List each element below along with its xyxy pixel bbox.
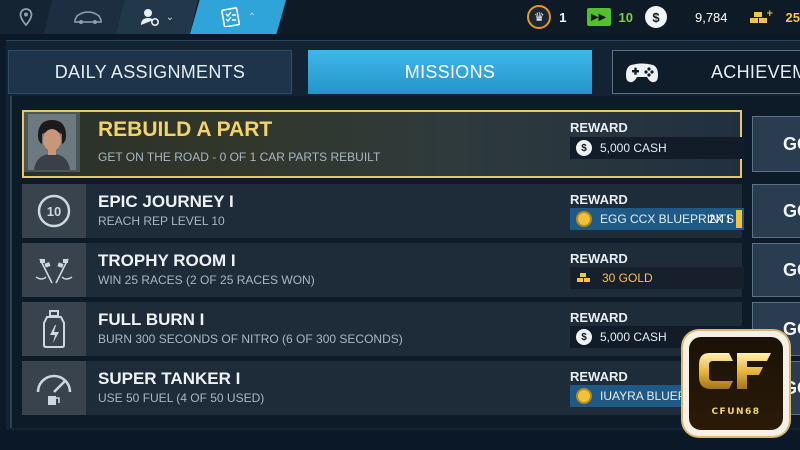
mission-row[interactable]: REBUILD A PART GET ON THE ROAD - 0 OF 1 …	[22, 110, 800, 178]
go-label: GO	[783, 259, 800, 280]
mission-title: REBUILD A PART	[98, 118, 273, 141]
driver-portrait-icon	[24, 112, 80, 172]
mission-desc: BURN 300 SECONDS OF NITRO (6 OF 300 SECO…	[98, 332, 403, 346]
currency-bar: ♛ 1 ▶▶ 10 $ 9,784 + 25	[517, 0, 800, 34]
svg-text:+: +	[766, 9, 774, 19]
blueprint-icon	[576, 211, 592, 227]
nav-map-button[interactable]	[0, 0, 52, 34]
cash-icon: $	[576, 140, 592, 156]
gold-value: 25	[785, 9, 800, 25]
go-label: GO	[783, 133, 800, 154]
gold-stat[interactable]: + 25	[738, 8, 800, 26]
gold-bars-icon: +	[749, 9, 774, 23]
reward-label: REWARD	[570, 251, 628, 266]
mission-desc: WIN 25 RACES (2 OF 25 RACES WON)	[98, 273, 315, 287]
top-nav: ⌄ ⌃	[0, 0, 286, 34]
cash-icon: $	[576, 329, 592, 345]
tab-missions[interactable]: MISSIONS	[308, 50, 592, 94]
map-pin-icon	[19, 8, 33, 26]
mission-title: EPIC JOURNEY I	[98, 192, 234, 211]
nitro-stat[interactable]: ▶▶ 10	[586, 8, 633, 26]
reward-text: 5,000 CASH	[600, 141, 667, 155]
top-bar: ⌄ ⌃ ♛ 1 ▶▶ 10 $ 9,784 + 25	[0, 0, 800, 34]
tab-achievements[interactable]: ACHIEVEME	[612, 50, 800, 94]
mission-title: SUPER TANKER I	[98, 369, 241, 388]
checklist-icon	[220, 7, 240, 27]
reward-label: REWARD	[570, 192, 628, 207]
reward-quantity: 2X I	[708, 212, 730, 226]
crown-icon: ♛	[527, 5, 552, 29]
level-10-icon: 10	[22, 184, 86, 238]
reward-label: REWARD	[570, 310, 628, 325]
mission-row[interactable]: TROPHY ROOM I WIN 25 RACES (2 OF 25 RACE…	[22, 243, 800, 297]
go-label: GO	[783, 200, 800, 221]
blueprint-strip	[736, 210, 742, 228]
nitro-value: 10	[618, 9, 633, 25]
go-button[interactable]: GO	[752, 243, 800, 297]
tab-daily-assignments[interactable]: DAILY ASSIGNMENTS	[8, 50, 292, 94]
reward-label: REWARD	[570, 369, 628, 384]
reward-box: EGG CCX BLUEPRINTS 2X I	[570, 208, 744, 230]
mission-title: FULL BURN I	[98, 310, 205, 329]
gamepad-icon	[626, 63, 658, 83]
svg-text:10: 10	[47, 204, 61, 219]
rank-stat[interactable]: ♛ 1	[527, 5, 567, 29]
nav-missions-button[interactable]: ⌃	[190, 0, 286, 34]
logo-text: CFUN68	[711, 407, 761, 417]
reward-text: 5,000 CASH	[600, 330, 667, 344]
tab-achievements-label: ACHIEVEME	[711, 61, 800, 82]
reward-box: 30 GOLD	[570, 267, 744, 289]
fuel-gauge-icon	[22, 361, 86, 415]
cash-icon: $	[644, 6, 667, 28]
blueprint-icon	[576, 388, 592, 404]
reward-box: $ 5,000 CASH	[570, 137, 744, 159]
chevron-up-icon: ⌃	[247, 11, 257, 23]
tab-bar: DAILY ASSIGNMENTS MISSIONS ACHIEVEME	[8, 50, 800, 94]
reward-label: REWARD	[570, 120, 628, 135]
reward-text: 30 GOLD	[602, 271, 653, 285]
fast-forward-icon: ▶▶	[586, 8, 611, 26]
mission-desc: USE 50 FUEL (4 OF 50 USED)	[98, 391, 265, 405]
logo-badge: CFUN68	[689, 337, 783, 430]
mission-desc: REACH REP LEVEL 10	[98, 214, 225, 228]
watermark-logo: CFUN68	[683, 331, 789, 436]
mission-desc: GET ON THE ROAD - 0 OF 1 CAR PARTS REBUI…	[98, 150, 381, 164]
cash-value: 9,784	[694, 9, 728, 25]
tab-missions-label: MISSIONS	[404, 61, 496, 82]
checkered-flags-icon	[22, 243, 86, 297]
cf-logo-icon	[699, 353, 771, 389]
go-button[interactable]: GO	[752, 184, 800, 238]
tab-daily-label: DAILY ASSIGNMENTS	[54, 61, 246, 82]
mission-row[interactable]: 10 EPIC JOURNEY I REACH REP LEVEL 10 REW…	[22, 184, 800, 238]
nitro-bottle-icon	[22, 302, 86, 356]
car-icon	[74, 11, 102, 24]
gold-bars-icon	[577, 273, 590, 282]
go-button[interactable]: GO	[752, 116, 800, 172]
cash-stat[interactable]: $ 9,784	[644, 6, 728, 28]
rank-value: 1	[559, 9, 567, 25]
profile-settings-icon	[140, 9, 159, 26]
mission-title: TROPHY ROOM I	[98, 251, 236, 270]
nav-profile-button[interactable]: ⌄	[116, 0, 198, 34]
nav-garage-button[interactable]	[44, 0, 124, 34]
chevron-down-icon: ⌄	[165, 11, 175, 23]
